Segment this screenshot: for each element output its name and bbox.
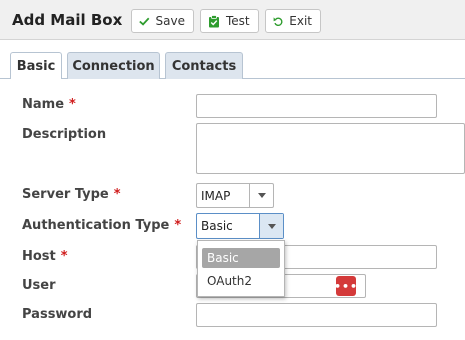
auth-type-label-text: Authentication Type [22, 218, 170, 233]
tab-bar: Basic Connection Contacts [0, 52, 465, 80]
name-label: Name * [22, 97, 76, 112]
required-marker: * [69, 97, 76, 112]
description-field[interactable] [196, 123, 465, 174]
host-label: Host * [22, 249, 68, 264]
name-field[interactable] [196, 94, 437, 118]
server-type-dropdown-toggle[interactable] [249, 184, 273, 207]
auth-option-oauth2[interactable]: OAuth2 [202, 271, 280, 291]
auth-type-dropdown-list: Basic OAuth2 [197, 240, 285, 297]
exit-button[interactable]: Exit [265, 9, 321, 33]
server-type-label: Server Type * [22, 187, 121, 202]
password-field[interactable] [196, 303, 437, 327]
password-manager-icon[interactable]: ••• [334, 276, 357, 296]
chevron-down-icon [257, 193, 266, 198]
chevron-down-icon [267, 223, 276, 229]
password-label: Password [22, 307, 93, 322]
host-label-text: Host [22, 249, 56, 264]
test-button-label: Test [226, 14, 250, 28]
server-type-select[interactable]: IMAP [196, 183, 274, 208]
checkmark-icon [139, 17, 150, 26]
user-label: User [22, 278, 56, 293]
exit-button-label: Exit [289, 14, 312, 28]
save-button-label: Save [155, 14, 185, 28]
auth-option-basic[interactable]: Basic [202, 248, 280, 268]
auth-type-dropdown-toggle[interactable] [259, 214, 283, 238]
tab-basic[interactable]: Basic [10, 52, 62, 80]
name-label-text: Name [22, 97, 65, 112]
auth-type-select[interactable]: Basic [196, 213, 284, 239]
auth-type-label: Authentication Type * [22, 218, 181, 233]
save-button[interactable]: Save [131, 9, 194, 33]
server-type-label-text: Server Type [22, 187, 109, 202]
form-panel [0, 79, 465, 340]
server-type-value: IMAP [201, 188, 231, 203]
test-button[interactable]: Test [200, 9, 259, 33]
required-marker: * [60, 249, 68, 264]
required-marker: * [113, 187, 121, 202]
clipboard-check-icon [209, 14, 219, 27]
tab-contacts[interactable]: Contacts [165, 52, 243, 79]
undo-icon [273, 16, 283, 26]
auth-type-value: Basic [201, 219, 233, 233]
tab-connection[interactable]: Connection [67, 52, 160, 79]
required-marker: * [174, 218, 182, 233]
description-label: Description [22, 127, 107, 142]
page-title: Add Mail Box [12, 11, 123, 29]
toolbar: Add Mail Box Save Test Exit [0, 0, 465, 40]
